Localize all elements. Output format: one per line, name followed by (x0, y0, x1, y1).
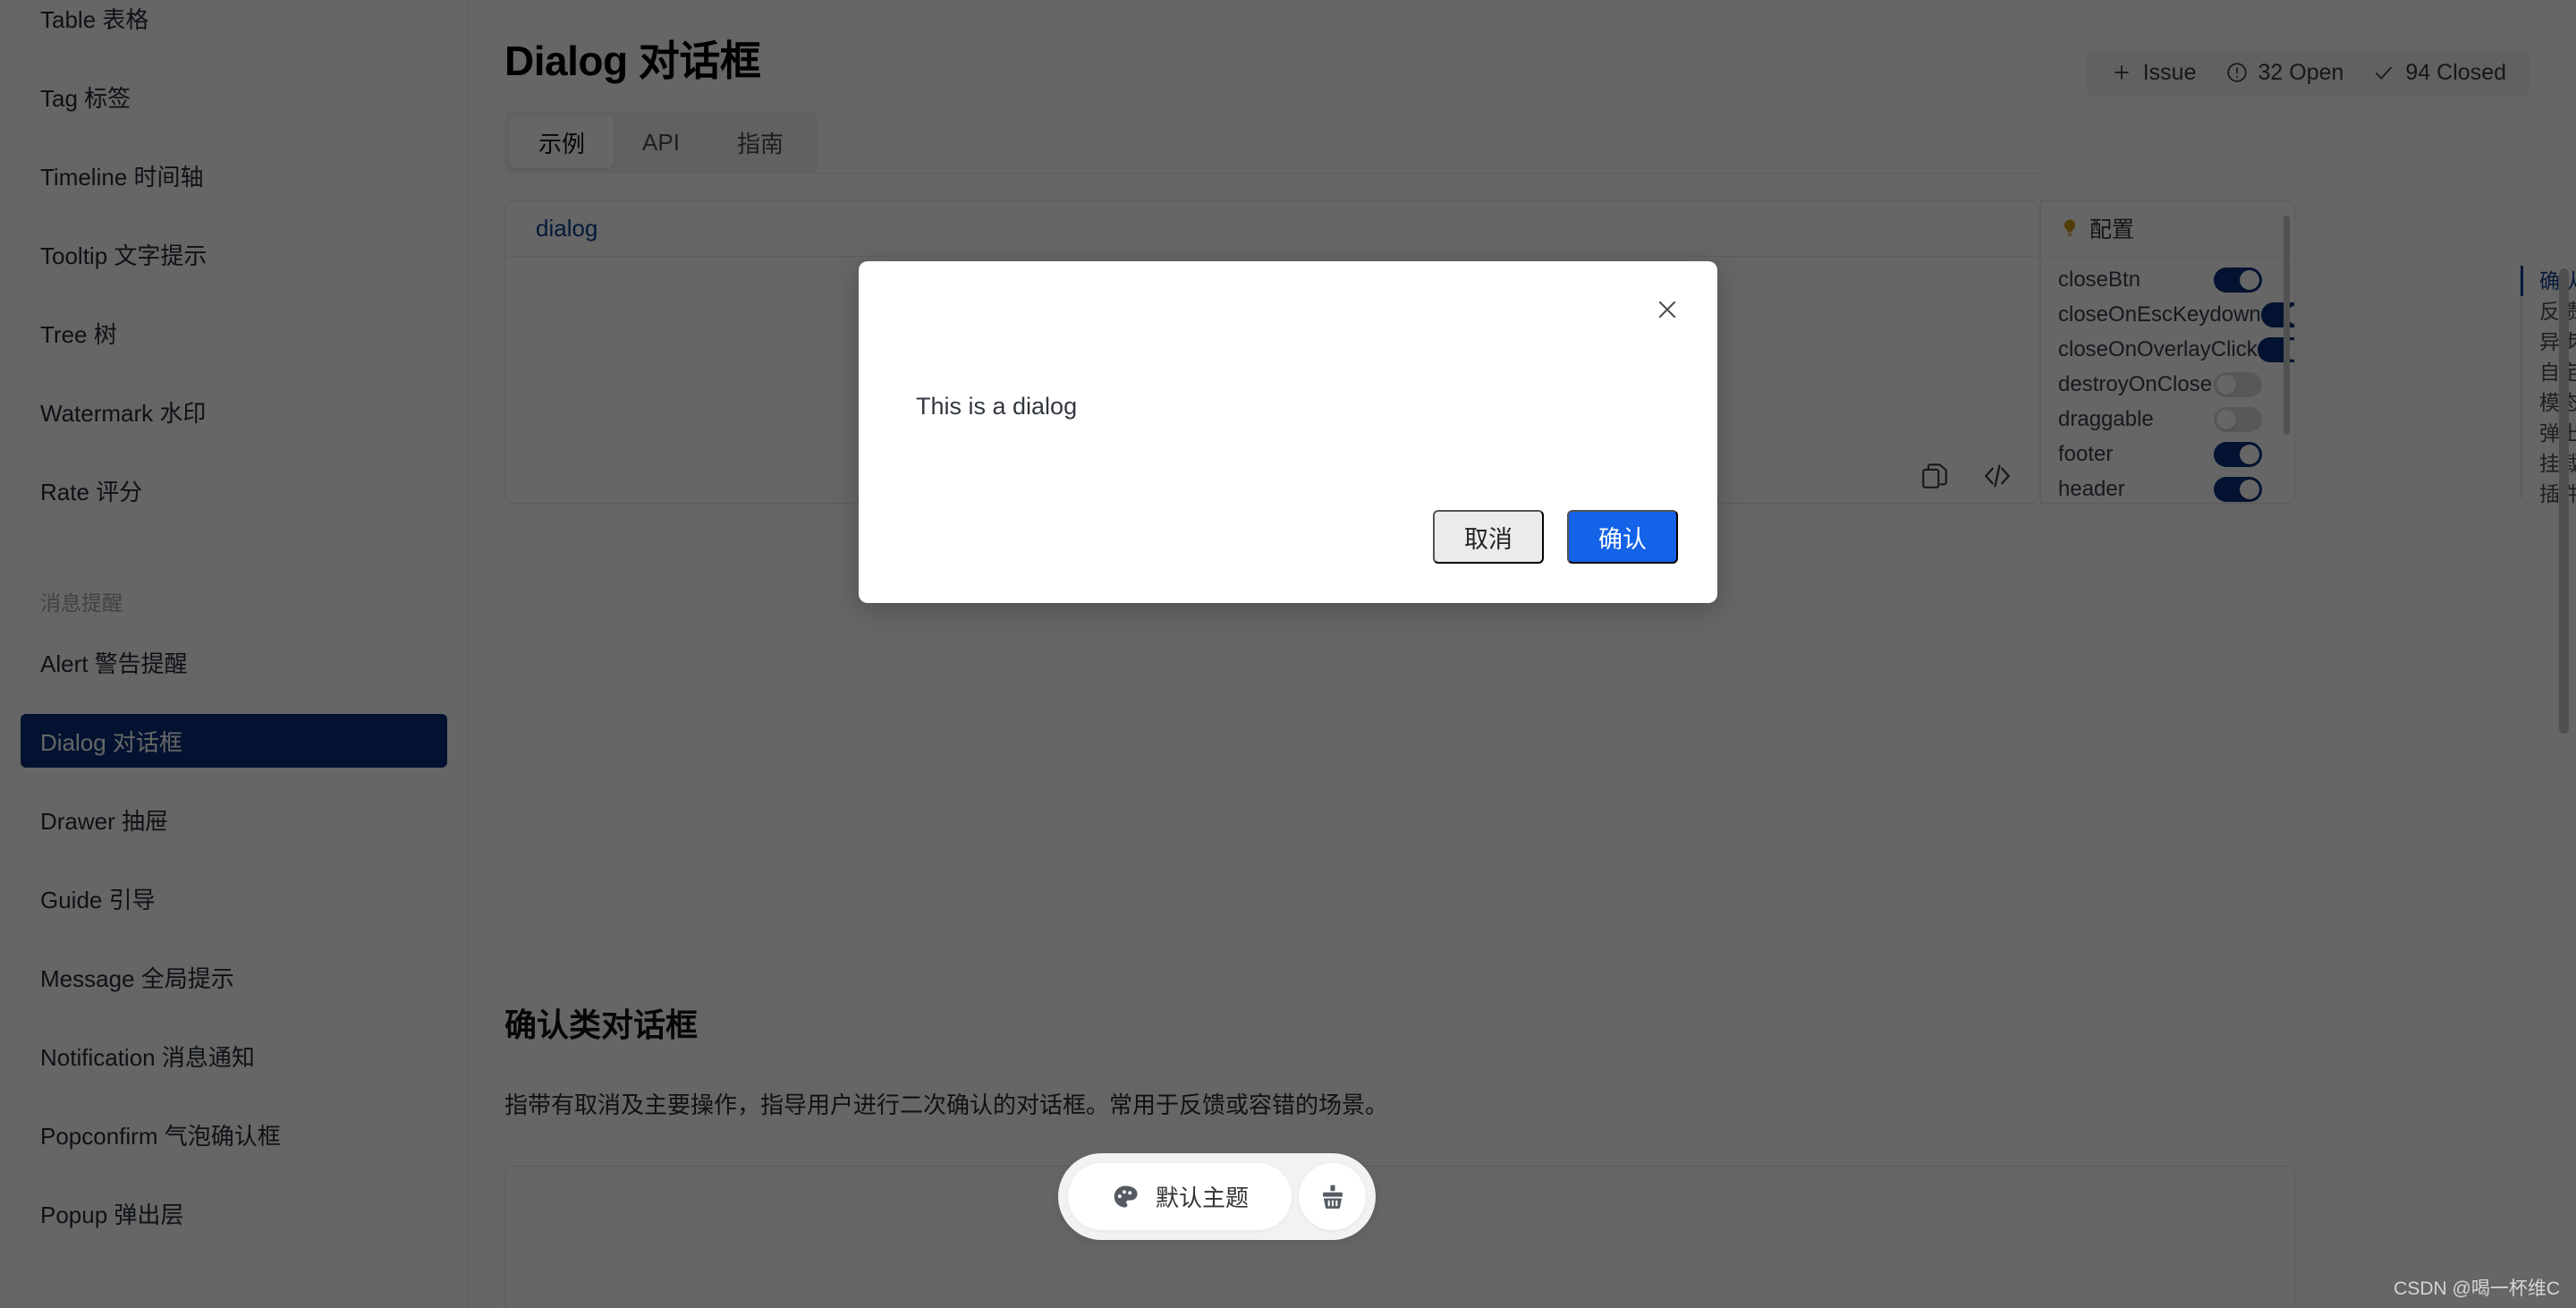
brush-icon (1318, 1182, 1348, 1212)
palette-icon (1111, 1183, 1140, 1211)
confirm-button[interactable]: 确认 (1567, 510, 1678, 564)
theme-select-button[interactable]: 默认主题 (1068, 1163, 1292, 1230)
dialog: This is a dialog 取消 确认 (859, 261, 1717, 603)
close-icon[interactable] (1648, 290, 1687, 329)
cancel-button[interactable]: 取消 (1433, 510, 1544, 564)
theme-reset-button[interactable] (1299, 1163, 1367, 1230)
dialog-body-text: This is a dialog (916, 393, 1078, 420)
theme-switcher-bar: 默认主题 (1058, 1153, 1377, 1240)
theme-label: 默认主题 (1156, 1185, 1250, 1211)
dialog-footer: 取消 确认 (1433, 510, 1678, 564)
watermark: CSDN @喝一杯维C (2394, 1278, 2560, 1299)
dialog-overlay[interactable] (0, 0, 2576, 1308)
